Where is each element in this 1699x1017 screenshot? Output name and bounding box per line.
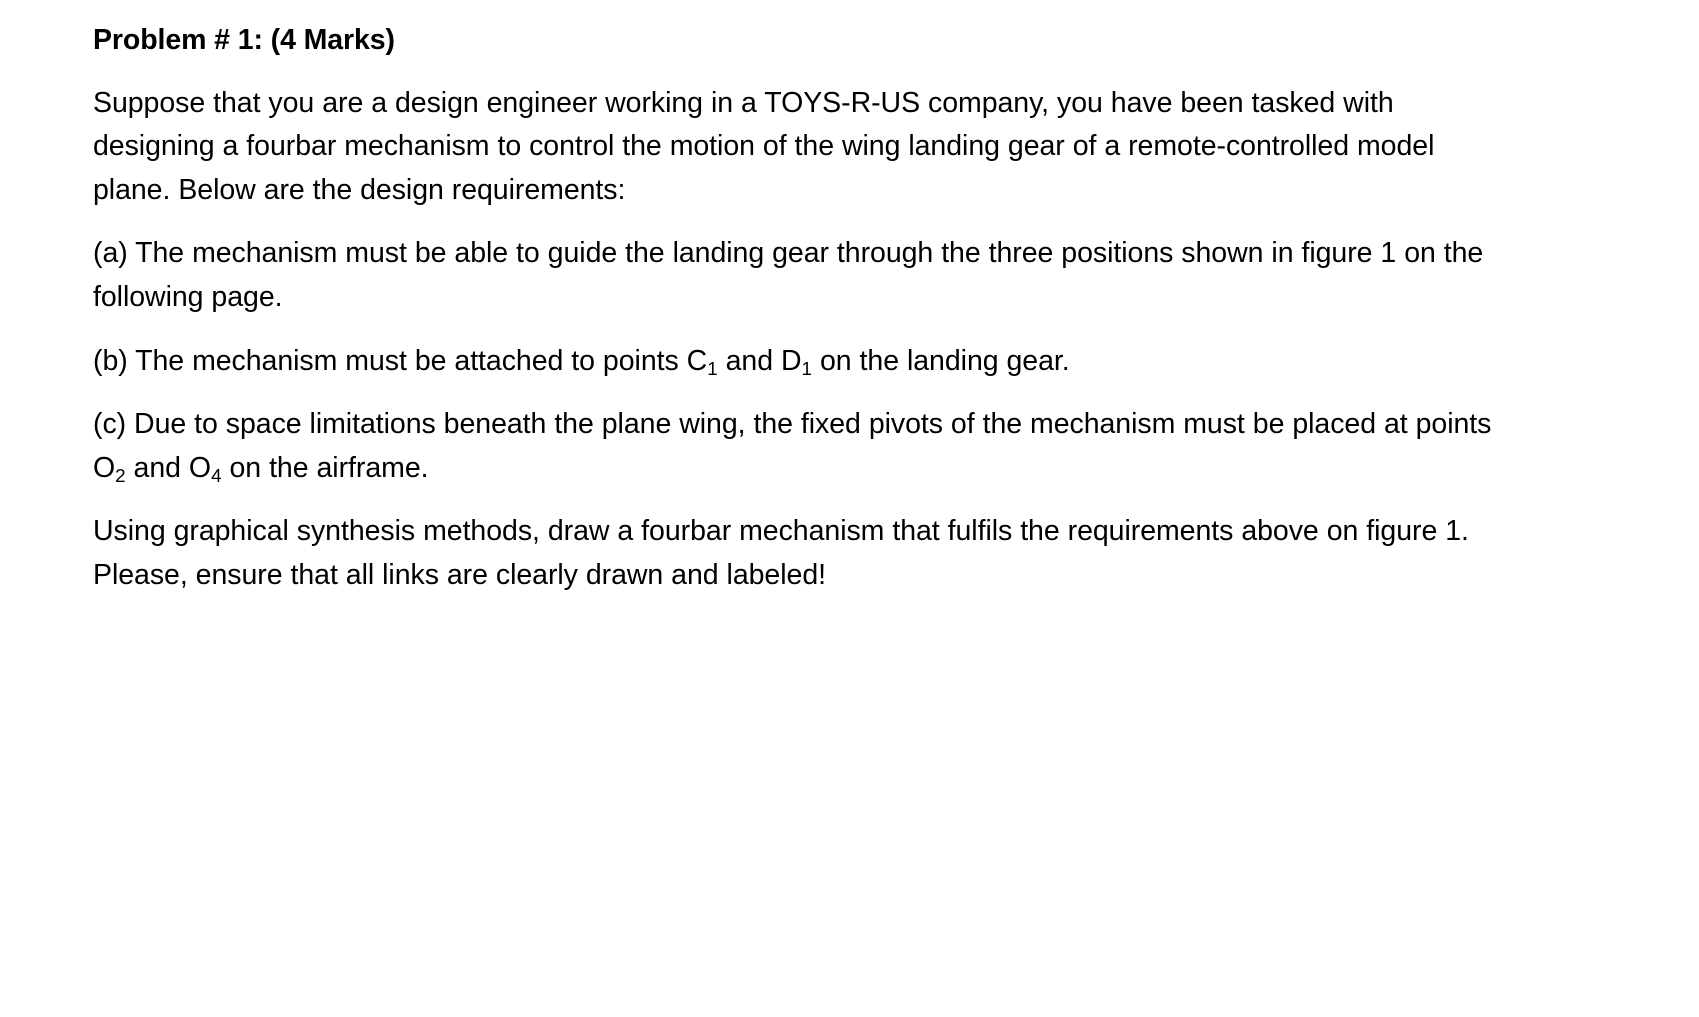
requirement-c-suffix: on the airframe. [221,451,429,484]
requirement-b-suffix: on the landing gear. [812,344,1070,377]
requirement-c-middle: and O [125,451,212,484]
subscript-o2: 2 [115,464,126,486]
document-page: Problem # 1: (4 Marks) Suppose that you … [0,0,1699,1017]
paragraph-intro: Suppose that you are a design engineer w… [93,86,1435,206]
subscript-d1: 1 [801,357,812,379]
paragraph-requirement-b: (b) The mechanism must be attached to po… [93,340,1573,384]
subscript-c1: 1 [707,357,718,379]
paragraph-requirement-c: (c) Due to space limitations beneath the… [93,403,1518,490]
paragraph-requirement-a: (a) The mechanism must be able to guide … [93,237,1484,313]
paragraph-closing-instruction: Using graphical synthesis methods, draw … [93,515,1469,591]
requirement-b-middle: and D [717,344,802,377]
page-title: Problem # 1: (4 Marks) [93,24,395,56]
subscript-o4: 4 [211,464,222,486]
requirement-b-prefix: (b) The mechanism must be attached to po… [93,344,708,377]
document-body: Problem # 1: (4 Marks) Suppose that you … [93,22,1573,598]
